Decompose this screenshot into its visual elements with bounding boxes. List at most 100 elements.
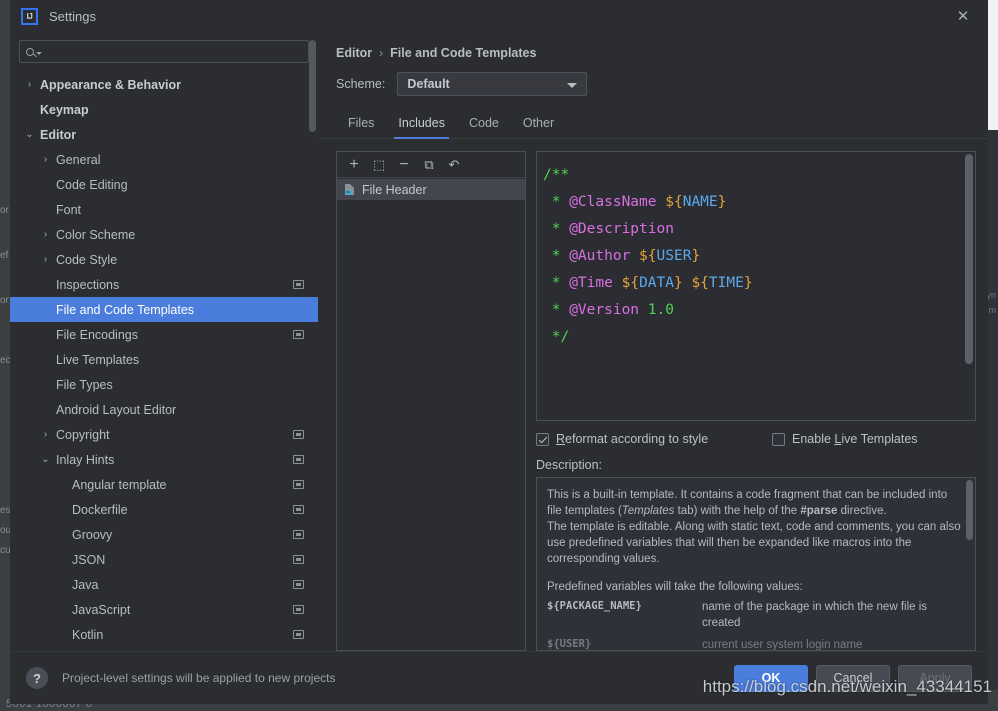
tab-code[interactable]: Code [457,110,511,138]
chevron-right-icon[interactable]: › [40,154,51,165]
sidebar-item-javascript[interactable]: ›JavaScript [10,597,318,622]
code-token: * [543,221,570,237]
search-input[interactable] [46,44,302,59]
code-token: } [743,275,753,291]
sidebar-item-appearance-behavior[interactable]: › Appearance & Behavior [10,72,318,97]
sidebar-item-groovy[interactable]: ›Groovy [10,522,318,547]
code-line: /** [543,162,975,189]
template-code-editor[interactable]: /** * @ClassName ${NAME} * @Description … [536,151,976,421]
live-templates-checkbox[interactable]: Enable Live Templates [772,432,918,446]
sidebar-item-label: Appearance & Behavior [40,77,182,92]
sidebar-item-label: Color Scheme [56,227,136,242]
add-child-template-button[interactable]: ⬚ [368,155,390,175]
sidebar-item-label: Kotlin [72,627,104,642]
sidebar-item-json[interactable]: ›JSON [10,547,318,572]
code-token: @ClassName [569,194,657,210]
description-scrollbar[interactable] [966,480,973,540]
remove-template-button[interactable]: − [393,155,415,175]
template-editor-panel: /** * @ClassName ${NAME} * @Description … [536,151,976,651]
sidebar-item-live-templates[interactable]: ›Live Templates [10,347,318,372]
code-lines: /** * @ClassName ${NAME} * @Description … [543,162,975,351]
sidebar-item-general[interactable]: › General [10,147,318,172]
sidebar-item-code-editing[interactable]: ›Code Editing [10,172,318,197]
tab-files[interactable]: Files [336,110,386,138]
description-box: This is a built-in template. It contains… [536,477,976,651]
description-paragraph-3: Predefined variables will take the follo… [547,581,803,593]
code-line: * @Version 1.0 [543,297,975,324]
description-variable-key: ${USER} [547,638,592,650]
intellij-logo-icon: IJ [21,7,38,25]
sidebar-scrollbar[interactable] [309,40,316,132]
template-list-item[interactable]: File Header [337,179,525,200]
code-token: * [543,302,570,318]
code-token: 1.0 [647,302,674,318]
project-settings-badge-icon [293,555,304,564]
project-settings-badge-icon [293,330,304,339]
dialog-footer: ? Project-level settings will be applied… [10,651,988,704]
search-box[interactable] [19,40,309,63]
sidebar-item-editor[interactable]: ⌄ Editor [10,122,318,147]
code-line: */ [543,324,975,351]
settings-sidebar: › Appearance & Behavior ›Keymap⌄Editor›Gen… [10,32,318,651]
chevron-down-icon[interactable]: ⌄ [40,454,51,465]
sidebar-item-dockerfile[interactable]: ›Dockerfile [10,497,318,522]
sidebar-item-android-layout-editor[interactable]: ›Android Layout Editor [10,397,318,422]
copy-template-button[interactable]: ⧉ [418,155,440,175]
chevron-down-icon[interactable]: ⌄ [24,129,35,140]
description-variables: ${PACKAGE_NAME} name of the package in wh… [547,599,961,651]
sidebar-item-file-and-code-templates[interactable]: ›File and Code Templates [10,297,318,322]
scheme-select[interactable]: Default [397,72,588,96]
template-tabs: Files Includes Code Other [318,110,988,139]
description-variable-value: current user system login name [702,639,863,651]
project-settings-badge-icon [293,580,304,589]
reset-template-button[interactable]: ↶ [443,155,465,175]
sidebar-item-copyright[interactable]: › Copyright [10,422,318,447]
sidebar-item-file-encodings[interactable]: ›File Encodings [10,322,318,347]
breadcrumb-parent[interactable]: Editor [336,46,372,60]
sidebar-item-label: Angular template [72,477,167,492]
description-label: Description: [536,458,602,472]
editor-scrollbar[interactable] [965,154,973,364]
ok-button[interactable]: OK [734,664,808,692]
sidebar-item-code-style[interactable]: › Code Style [10,247,318,272]
code-token: NAME [682,194,718,210]
chevron-right-icon[interactable]: › [40,229,51,240]
sidebar-item-inspections[interactable]: ›Inspections [10,272,318,297]
add-template-button[interactable]: + [343,155,365,175]
tab-other[interactable]: Other [511,110,566,138]
description-variable-key: ${PACKAGE_NAME} [547,600,642,612]
sidebar-item-inlay-hints[interactable]: ⌄ Inlay Hints [10,447,318,472]
dialog-title: Settings [49,8,96,24]
project-settings-badge-icon [293,430,304,439]
sidebar-item-label: JavaScript [72,602,131,617]
code-token: } [673,275,683,291]
sidebar-item-font[interactable]: ›Font [10,197,318,222]
sidebar-item-keymap[interactable]: ›Keymap [10,97,318,122]
scheme-label: Scheme: [336,77,386,91]
live-templates-checkbox-label: Enable Live Templates [792,432,918,446]
templates-list: File Header [337,178,525,650]
tab-includes[interactable]: Includes [386,110,457,139]
help-icon[interactable]: ? [26,667,48,689]
chevron-right-icon[interactable]: › [40,254,51,265]
settings-dialog: IJ Settings ✕ › Appearance & Behavior ›Key… [10,0,988,704]
chevron-right-icon[interactable]: › [40,429,51,440]
cancel-button[interactable]: Cancel [816,664,890,692]
sidebar-item-file-types[interactable]: ›File Types [10,372,318,397]
close-icon[interactable]: ✕ [948,5,978,27]
sidebar-item-color-scheme[interactable]: › Color Scheme [10,222,318,247]
chevron-right-icon[interactable]: › [24,79,35,90]
code-line: * @ClassName ${NAME} [543,189,975,216]
project-settings-badge-icon [293,505,304,514]
sidebar-item-label: Inlay Hints [56,452,115,467]
project-settings-badge-icon [293,455,304,464]
sidebar-item-java[interactable]: ›Java [10,572,318,597]
sidebar-item-kotlin[interactable]: ›Kotlin [10,622,318,647]
reformat-checkbox[interactable]: Reformat according to style [536,432,772,446]
sidebar-item-angular-template[interactable]: ›Angular template [10,472,318,497]
templates-toolbar: + ⬚ − ⧉ ↶ [337,152,525,178]
description-variable-row: ${PACKAGE_NAME} name of the package in wh… [547,599,961,631]
footer-buttons: OK Cancel Apply [734,664,972,692]
code-token: } [717,194,727,210]
